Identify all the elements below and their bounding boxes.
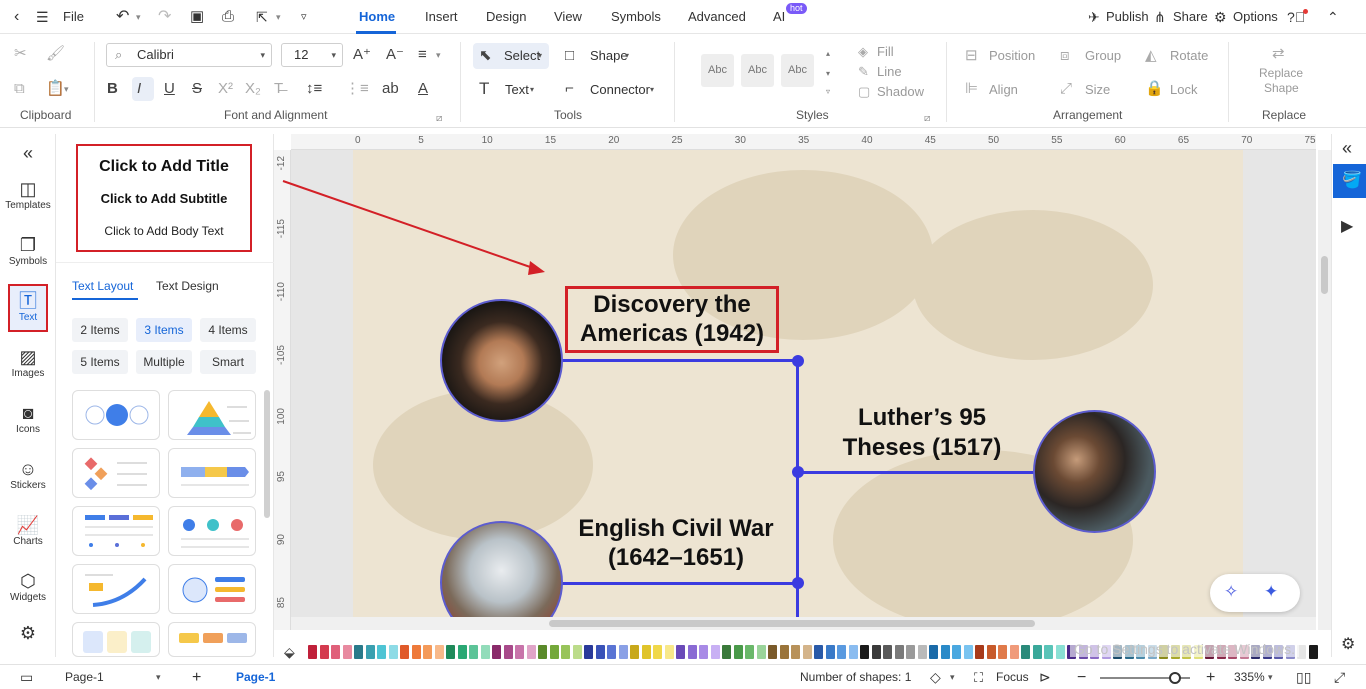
annotation-arrow (282, 180, 545, 275)
app-window: ‹ ☰ File ↶ ▾ ↷ ▣ ⎙ ⇱ ▾ ▿ Home Insert Des… (0, 0, 1366, 689)
